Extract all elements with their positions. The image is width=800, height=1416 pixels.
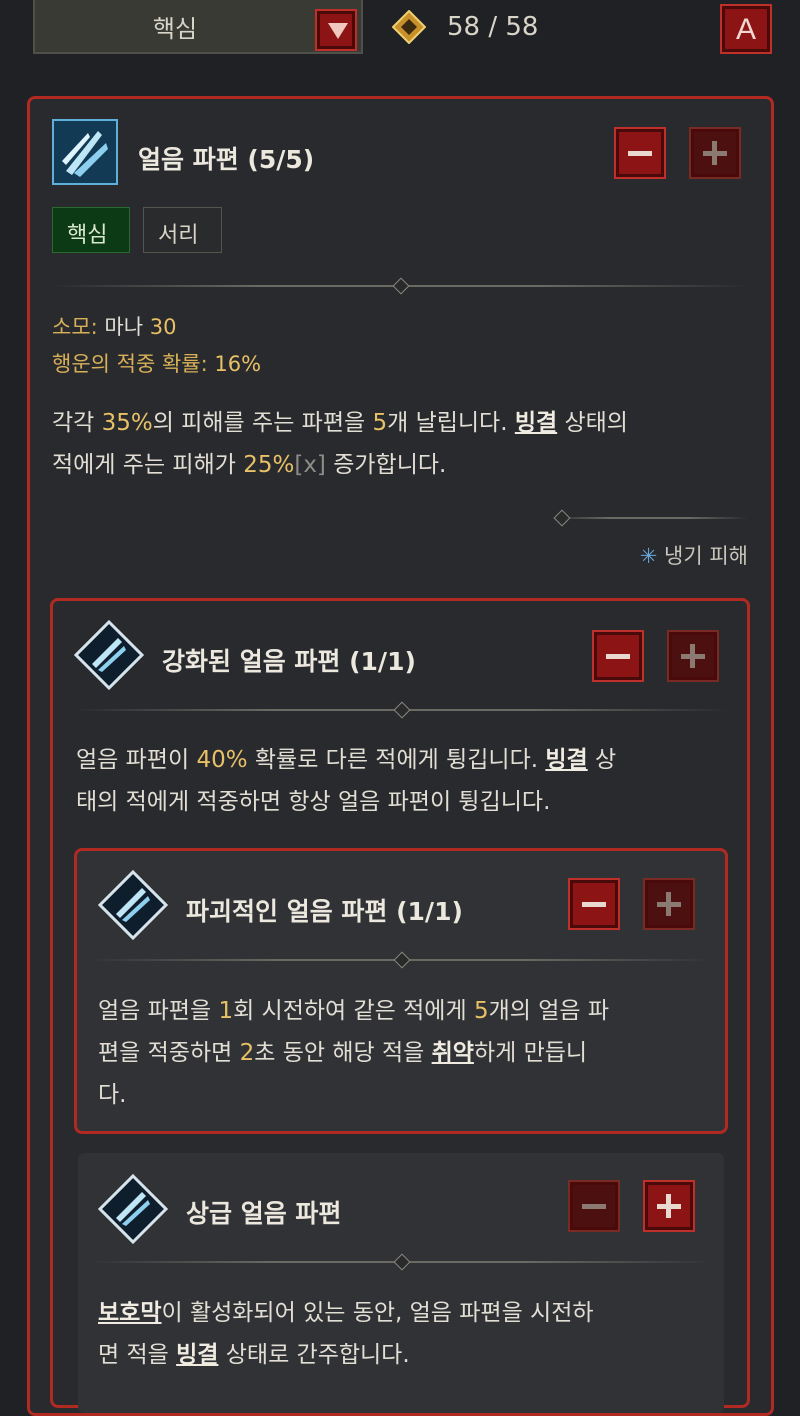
top-bar: 핵심 58 / 58 A (0, 0, 800, 62)
category-dropdown-button[interactable] (315, 9, 357, 51)
divider (52, 277, 748, 295)
snowflake-icon: ✳ (639, 544, 658, 568)
divider (90, 1253, 712, 1271)
minus-icon (582, 1204, 606, 1209)
upgrade3-minus-button[interactable] (568, 1180, 620, 1232)
divider (74, 701, 728, 719)
minus-icon (606, 654, 630, 659)
ice-shards-icon (74, 620, 144, 690)
skill-plus-button[interactable] (689, 127, 741, 179)
upgrade1-plus-button[interactable] (667, 630, 719, 682)
a-button[interactable]: A (720, 4, 772, 54)
upgrade3-description: 보호막이 활성화되어 있는 동안, 얼음 파편을 시전하 면 적을 빙결 상태로… (98, 1300, 594, 1368)
divider-short (550, 509, 748, 527)
upgrade2-description: 얼음 파편을 1회 시전하여 같은 적에게 5개의 얼음 파 편을 적중하면 2… (98, 998, 610, 1108)
skill-cost: 소모: 마나 30 (52, 315, 177, 339)
keyword-freeze[interactable]: 빙결 (545, 747, 587, 773)
skill-points-counter: 58 / 58 (447, 12, 539, 42)
tag-core: 핵심 (52, 207, 130, 253)
upgrade2-minus-button[interactable] (568, 878, 620, 930)
minus-icon (628, 151, 652, 156)
category-select-value: 핵심 (152, 15, 198, 43)
category-select[interactable]: 핵심 (33, 0, 363, 54)
upgrade2-plus-button[interactable] (643, 878, 695, 930)
damage-type: ✳ 냉기 피해 (639, 544, 748, 568)
divider (90, 951, 712, 969)
skill-name: 얼음 파편 (5/5) (138, 145, 315, 174)
upgrade1-description: 얼음 파편이 40% 확률로 다른 적에게 튕깁니다. 빙결 상 태의 적에게 … (76, 747, 617, 815)
upgrade-name-supreme: 상급 얼음 파편 (186, 1199, 342, 1228)
keyword-freeze[interactable]: 빙결 (515, 410, 557, 436)
ice-shards-icon (52, 119, 118, 185)
tag-frost: 서리 (143, 207, 222, 253)
upgrade3-plus-button[interactable] (643, 1180, 695, 1232)
keyword-vulnerable[interactable]: 취약 (432, 1040, 474, 1066)
chevron-down-icon (328, 23, 348, 39)
skill-minus-button[interactable] (614, 127, 666, 179)
diamond-points-icon (392, 10, 426, 44)
keyword-barrier[interactable]: 보호막 (98, 1300, 161, 1326)
ice-shards-icon (98, 870, 168, 940)
ice-shards-icon (98, 1174, 168, 1244)
skill-description: 각각 35%의 피해를 주는 파편을 5개 날립니다. 빙결 상태의 적에게 주… (52, 410, 628, 478)
keyword-freeze[interactable]: 빙결 (176, 1342, 218, 1368)
upgrade-name-destructive: 파괴적인 얼음 파편 (1/1) (186, 897, 463, 926)
skill-luck-chance: 행운의 적중 확률: 16% (52, 352, 262, 376)
upgrade1-minus-button[interactable] (592, 630, 644, 682)
minus-icon (582, 902, 606, 907)
upgrade-name-enhanced: 강화된 얼음 파편 (1/1) (162, 647, 416, 676)
a-button-label: A (735, 13, 756, 46)
